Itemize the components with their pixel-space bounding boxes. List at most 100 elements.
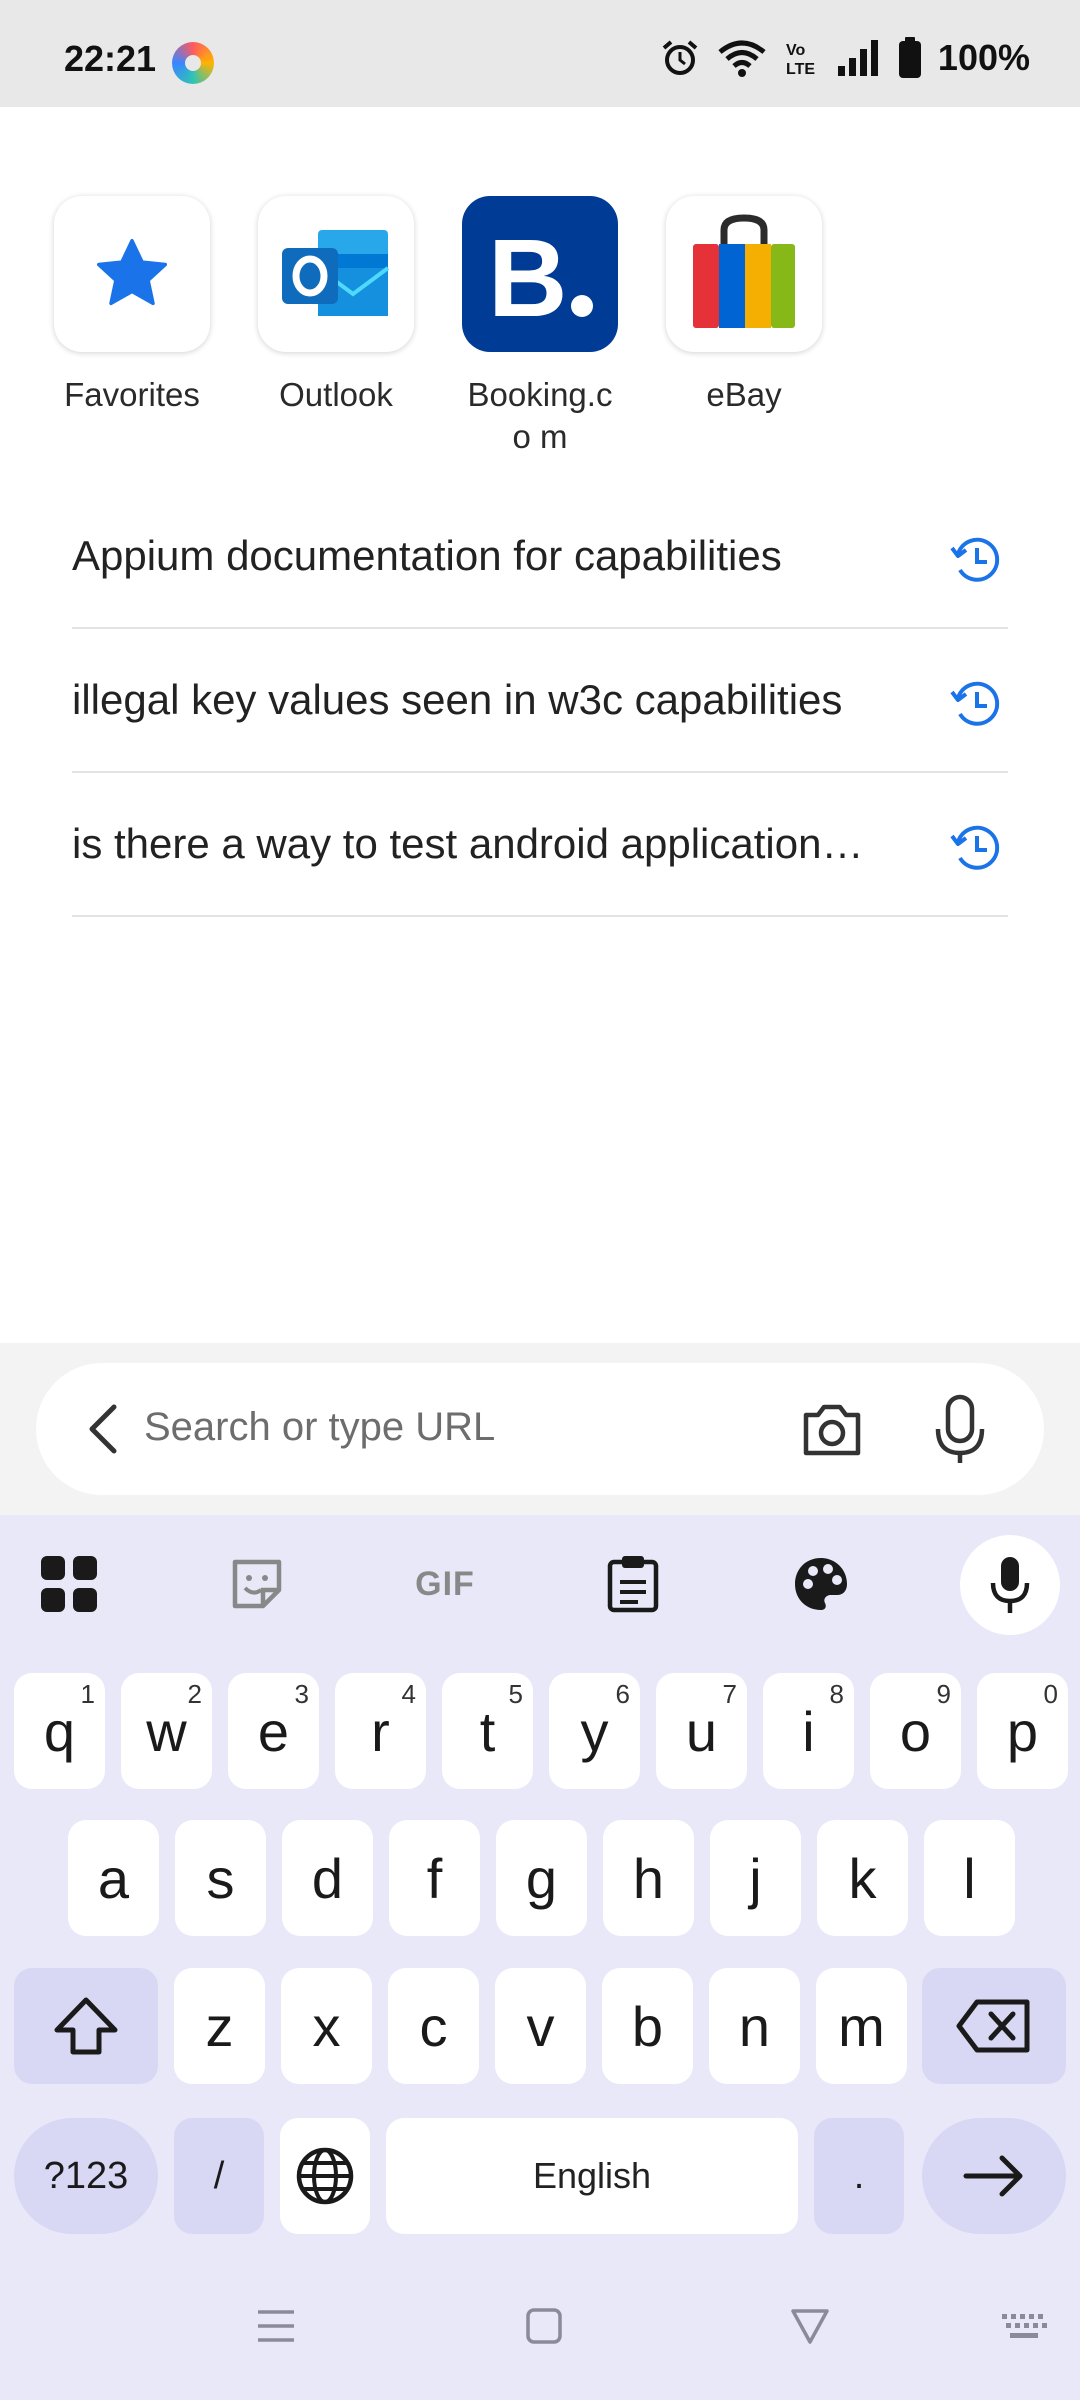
key-e[interactable]: e3: [228, 1673, 319, 1789]
palette-icon[interactable]: [788, 1551, 854, 1617]
key-r[interactable]: r4: [335, 1673, 426, 1789]
shortcut-booking[interactable]: B Booking.co m: [460, 196, 620, 458]
key-label: y: [580, 1699, 609, 1763]
key-p[interactable]: p0: [977, 1673, 1068, 1789]
sticker-icon[interactable]: [224, 1551, 290, 1617]
key-x[interactable]: x: [281, 1968, 372, 2084]
gif-label: GIF: [415, 1564, 475, 1603]
ebay-icon: [666, 196, 822, 352]
keyboard-hide-icon[interactable]: [1000, 2312, 1048, 2342]
shortcut-ebay[interactable]: eBay: [664, 196, 824, 416]
history-item[interactable]: is there a way to test android applicati…: [72, 773, 1008, 917]
history-text: Appium documentation for capabilities: [72, 532, 782, 579]
search-bar[interactable]: Search or type URL: [36, 1363, 1044, 1495]
history-item[interactable]: Appium documentation for capabilities: [72, 485, 1008, 629]
key-y[interactable]: y6: [549, 1673, 640, 1789]
key-z[interactable]: z: [174, 1968, 265, 2084]
key-label: u: [685, 1699, 718, 1763]
clipboard-icon[interactable]: [600, 1551, 666, 1617]
key-label: i: [802, 1699, 815, 1763]
key-w[interactable]: w2: [121, 1673, 212, 1789]
status-time: 22:21: [64, 38, 157, 79]
shortcut-label: Favorites: [64, 376, 200, 413]
camera-icon[interactable]: [800, 1399, 864, 1459]
key-i[interactable]: i8: [763, 1673, 854, 1789]
signal-icon: [837, 40, 878, 76]
shortcut-label: eBay: [706, 376, 782, 413]
keyboard-toolbar: GIF: [0, 1515, 1080, 1655]
key-label: o: [899, 1699, 932, 1763]
backspace-icon: [956, 1999, 1030, 2053]
status-bar: 22:21 Vo LTE 100%: [0, 0, 1080, 107]
key-hint: 0: [1043, 1679, 1058, 1709]
search-input[interactable]: Search or type URL: [144, 1405, 495, 1450]
wifi-icon: [718, 40, 766, 77]
key-h[interactable]: h: [603, 1820, 694, 1936]
shift-key[interactable]: [14, 1968, 158, 2084]
key-hint: 4: [401, 1679, 416, 1709]
mic-icon[interactable]: [930, 1393, 990, 1465]
key-k[interactable]: k: [817, 1820, 908, 1936]
slash-key[interactable]: /: [174, 2118, 264, 2234]
menu-icon[interactable]: [256, 2306, 296, 2346]
key-g[interactable]: g: [496, 1820, 587, 1936]
key-j[interactable]: j: [710, 1820, 801, 1936]
back-icon[interactable]: [790, 2306, 830, 2346]
key-o[interactable]: o9: [870, 1673, 961, 1789]
key-t[interactable]: t5: [442, 1673, 533, 1789]
voice-input-button[interactable]: [960, 1535, 1060, 1635]
gif-icon[interactable]: GIF: [412, 1551, 478, 1617]
go-key[interactable]: [922, 2118, 1066, 2234]
period-key[interactable]: .: [814, 2118, 904, 2234]
key-s[interactable]: s: [175, 1820, 266, 1936]
arrow-right-icon: [963, 2155, 1023, 2197]
key-hint: 1: [80, 1679, 95, 1709]
history-item[interactable]: illegal key values seen in w3c capabilit…: [72, 629, 1008, 773]
back-chevron-icon[interactable]: [84, 1403, 124, 1455]
battery-icon: [898, 37, 921, 78]
globe-icon: [296, 2147, 354, 2205]
history-clock-icon: [950, 825, 1000, 870]
key-label: w: [146, 1699, 187, 1763]
home-icon[interactable]: [524, 2306, 564, 2346]
key-n[interactable]: n: [709, 1968, 800, 2084]
symbols-key[interactable]: ?123: [14, 2118, 158, 2234]
shortcut-favorites[interactable]: Favorites: [52, 196, 212, 416]
navigation-bar: [0, 2270, 1080, 2400]
apps-grid-icon[interactable]: [36, 1551, 102, 1617]
key-f[interactable]: f: [389, 1820, 480, 1936]
language-key[interactable]: [280, 2118, 370, 2234]
key-d[interactable]: d: [282, 1820, 373, 1936]
key-hint: 7: [722, 1679, 737, 1709]
svg-text:LTE: LTE: [786, 61, 815, 78]
shortcut-outlook[interactable]: Outlook: [256, 196, 416, 416]
key-c[interactable]: c: [388, 1968, 479, 2084]
outlook-icon: [258, 196, 414, 352]
key-b[interactable]: b: [602, 1968, 693, 2084]
battery-percentage: 100%: [937, 37, 1030, 78]
key-label: q: [43, 1699, 76, 1763]
shortcut-label: Outlook: [279, 376, 393, 413]
space-key[interactable]: English: [386, 2118, 798, 2234]
backspace-key[interactable]: [922, 1968, 1066, 2084]
key-hint: 8: [829, 1679, 844, 1709]
history-text: is there a way to test android applicati…: [72, 820, 864, 867]
keyboard: GIF q1w2e3r4t5y6u7 i 8 o 9 p 0 a s d f g…: [0, 1515, 1080, 2400]
star-icon: [54, 196, 210, 352]
key-u[interactable]: u7: [656, 1673, 747, 1789]
key-q[interactable]: q1: [14, 1673, 105, 1789]
shift-icon: [54, 1997, 118, 2055]
key-v[interactable]: v: [495, 1968, 586, 2084]
svg-text:Vo: Vo: [786, 42, 805, 59]
key-a[interactable]: a: [68, 1820, 159, 1936]
svg-text:B: B: [488, 217, 567, 340]
alarm-icon: [662, 40, 698, 75]
status-icons: Vo LTE 100%: [660, 36, 1030, 80]
app-icon: [172, 42, 214, 84]
key-label: e: [257, 1699, 290, 1763]
key-hint: 5: [508, 1679, 523, 1709]
shortcut-label: Booking.co m: [467, 376, 613, 455]
key-m[interactable]: m: [816, 1968, 907, 2084]
key-hint: 9: [936, 1679, 951, 1709]
key-l[interactable]: l: [924, 1820, 1015, 1936]
